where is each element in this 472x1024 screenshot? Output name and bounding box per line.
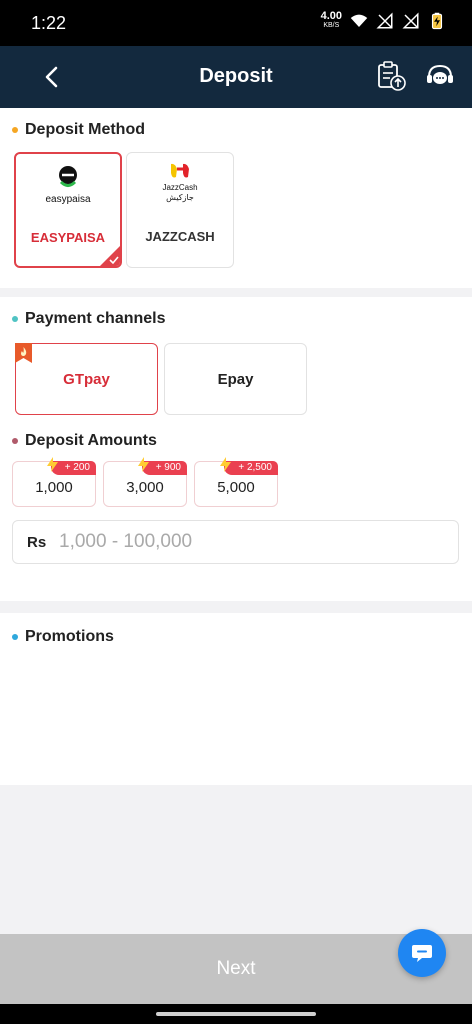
amount-value: 5,000	[217, 479, 255, 496]
currency-label: Rs	[27, 534, 47, 551]
section-title-text: Deposit Method	[25, 121, 145, 138]
amount-option-3000[interactable]: + 900 3,000	[103, 457, 187, 507]
status-icons: 4.00 KB/S	[320, 10, 446, 30]
payment-section: Payment channels GTpay Epay Deposit Amou…	[0, 297, 472, 601]
channel-card-gtpay[interactable]: GTpay	[15, 343, 158, 415]
bonus-bolt-icon	[220, 457, 232, 472]
method-card-easypaisa[interactable]: easypaisa EASYPAISA	[14, 152, 122, 268]
section-dot	[12, 634, 18, 640]
amount-input[interactable]	[59, 527, 439, 557]
section-dot	[12, 438, 18, 444]
easypaisa-logo-icon: easypaisa	[45, 166, 91, 205]
bonus-text: + 200	[64, 462, 90, 473]
amount-option-1000[interactable]: + 200 1,000	[12, 457, 96, 507]
amount-option-5000[interactable]: + 2,500 5,000	[194, 457, 278, 507]
bonus-tag: + 2,500	[220, 457, 278, 475]
status-time: 1:22	[31, 13, 67, 33]
channel-card-epay[interactable]: Epay	[164, 343, 307, 415]
amount-value: 3,000	[126, 479, 164, 496]
section-title-text: Deposit Amounts	[25, 432, 157, 449]
section-title-text: Payment channels	[25, 310, 166, 327]
amount-input-field: Rs	[12, 520, 459, 564]
net-speed: 4.00 KB/S	[320, 10, 342, 30]
next-button-label: Next	[216, 958, 256, 979]
section-dot	[12, 127, 18, 133]
section-title-payment-channels: Payment channels	[12, 310, 166, 328]
home-indicator[interactable]	[156, 1012, 316, 1016]
chat-bubble-icon	[412, 945, 432, 962]
easypaisa-logo: easypaisa	[16, 162, 120, 206]
status-bar: 1:22 4.00 KB/S	[0, 0, 472, 46]
method-name: JAZZCASH	[145, 229, 215, 244]
section-title-deposit-method: Deposit Method	[12, 121, 145, 139]
bonus-tag: + 900	[137, 457, 187, 475]
channel-name: GTpay	[63, 370, 110, 388]
section-title-promotions: Promotions	[12, 628, 114, 646]
jazzcash-logo: JazzCash جازکیش	[127, 161, 233, 205]
net-speed-unit: KB/S	[323, 22, 340, 29]
jazzcash-logo-icon: JazzCash جازکیش	[162, 163, 198, 202]
method-card-jazzcash[interactable]: JazzCash جازکیش JAZZCASH	[126, 152, 234, 268]
amount-value: 1,000	[35, 479, 73, 496]
customer-service-icon[interactable]	[424, 60, 456, 92]
bonus-bolt-icon	[46, 457, 58, 472]
jazzcash-logo-text: JazzCash	[162, 183, 197, 192]
bonus-text: + 900	[155, 462, 181, 473]
net-speed-value: 4.00	[320, 10, 342, 22]
signal-off-icon	[402, 12, 419, 29]
chat-fab-button[interactable]	[398, 929, 446, 977]
app-header: Deposit	[0, 46, 472, 108]
channel-name: Epay	[217, 370, 254, 388]
wifi-icon	[350, 14, 368, 27]
bonus-bolt-icon	[137, 457, 149, 472]
signal-off-icon	[376, 12, 393, 29]
bonus-text: + 2,500	[238, 462, 272, 473]
battery-charging-icon	[431, 12, 443, 30]
jazzcash-logo-subtext: جازکیش	[166, 193, 194, 202]
section-title-deposit-amounts: Deposit Amounts	[12, 432, 157, 450]
promotions-section: Promotions	[0, 613, 472, 785]
deposit-record-icon[interactable]	[375, 60, 407, 92]
method-name: EASYPAISA	[30, 230, 106, 245]
selected-check-icon	[100, 246, 120, 266]
bonus-tag: + 200	[46, 457, 96, 475]
section-dot	[12, 316, 18, 322]
easypaisa-logo-text: easypaisa	[45, 194, 90, 205]
deposit-method-section: Deposit Method easypaisa EASYPAISA JazzC…	[0, 108, 472, 288]
hot-badge-icon	[15, 343, 32, 363]
gesture-nav-bar	[0, 1004, 472, 1024]
section-title-text: Promotions	[25, 628, 114, 645]
